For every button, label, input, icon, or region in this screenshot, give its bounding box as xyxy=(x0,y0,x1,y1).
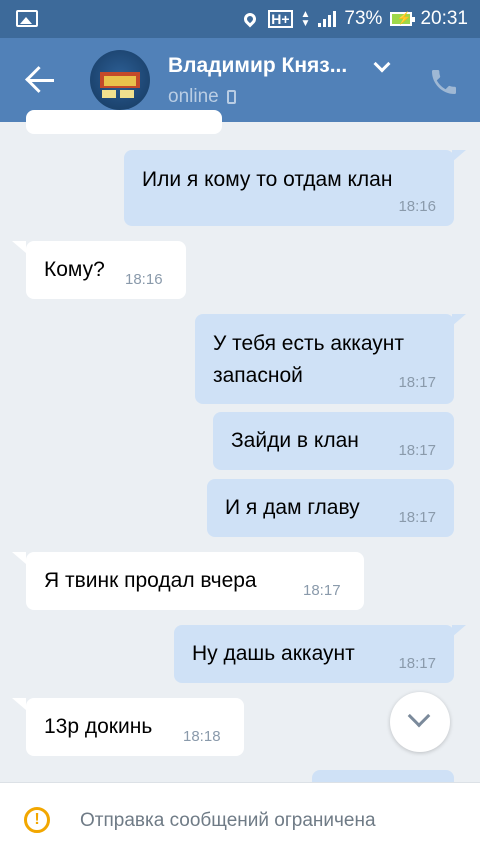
composer-restricted-bar: ! Отправка сообщений ограничена xyxy=(0,782,480,855)
message-text: И я дам главу xyxy=(225,496,360,519)
contact-name[interactable]: Владимир Княз... xyxy=(168,54,368,78)
message-bubble-incoming[interactable]: 13р докинь 18:18 xyxy=(26,698,244,756)
message-text-line1: У тебя есть аккаунт xyxy=(213,332,405,355)
message-time: 18:16 xyxy=(398,198,436,215)
location-icon xyxy=(241,10,259,28)
network-type: H+ xyxy=(268,10,293,28)
message-time: 18:17 xyxy=(398,509,436,526)
message-bubble-outgoing[interactable]: И я дам главу 18:17 xyxy=(207,479,454,537)
chevron-down-icon[interactable] xyxy=(373,55,391,73)
data-arrows-icon: ▲ ▼ xyxy=(300,9,311,29)
message-time: 18:17 xyxy=(398,655,436,672)
message-bubble-outgoing[interactable]: Или я кому то отдам клан 18:16 xyxy=(124,150,454,226)
message-bubble-partial xyxy=(26,110,222,134)
scroll-to-bottom-button[interactable] xyxy=(390,692,450,752)
message-bubble-incoming[interactable]: Кому? 18:16 xyxy=(26,241,186,299)
message-text: 13р докинь xyxy=(44,715,153,738)
battery-percent: 73% xyxy=(344,8,383,29)
message-time: 18:16 xyxy=(125,271,163,288)
mobile-device-icon xyxy=(226,90,236,104)
warning-icon: ! xyxy=(24,807,50,833)
back-arrow-icon[interactable] xyxy=(22,62,62,98)
bubble-tail xyxy=(452,625,466,637)
message-text: Я твинк продал вчера xyxy=(44,569,257,592)
gallery-notification-icon xyxy=(16,10,38,27)
message-text: Зайди в клан xyxy=(231,429,359,452)
avatar[interactable] xyxy=(90,50,150,110)
phone-call-icon[interactable] xyxy=(428,66,460,98)
message-text: Кому? xyxy=(44,258,105,281)
message-text: Ну дашь аккаунт xyxy=(192,642,355,665)
bubble-tail xyxy=(12,698,26,710)
bubble-tail xyxy=(452,150,466,162)
bubble-tail xyxy=(12,552,26,564)
restriction-notice: Отправка сообщений ограничена xyxy=(80,810,376,831)
signal-icon xyxy=(318,11,337,27)
battery-icon: ⚡ xyxy=(390,11,416,26)
message-bubble-outgoing[interactable]: У тебя есть аккаунт запасной 18:17 xyxy=(195,314,454,404)
clock: 20:31 xyxy=(420,8,468,29)
message-bubble-outgoing[interactable]: Зайди в клан 18:17 xyxy=(213,412,454,470)
message-time: 18:17 xyxy=(303,582,341,599)
status-bar: H+ ▲ ▼ 73% ⚡ 20:31 xyxy=(0,0,480,38)
message-time: 18:18 xyxy=(183,728,221,745)
online-status-text: online xyxy=(168,86,219,107)
bubble-tail xyxy=(12,241,26,253)
message-text-line2: запасной xyxy=(213,364,303,387)
chevron-down-icon xyxy=(407,704,431,728)
message-time: 18:17 xyxy=(398,374,436,391)
online-status: online xyxy=(168,86,236,108)
message-bubble-outgoing[interactable]: Ну дашь аккаунт 18:17 xyxy=(174,625,454,683)
message-bubble-incoming[interactable]: Я твинк продал вчера 18:17 xyxy=(26,552,364,610)
bubble-tail xyxy=(452,314,466,326)
message-time: 18:17 xyxy=(398,442,436,459)
message-text: Или я кому то отдам клан xyxy=(142,168,393,191)
